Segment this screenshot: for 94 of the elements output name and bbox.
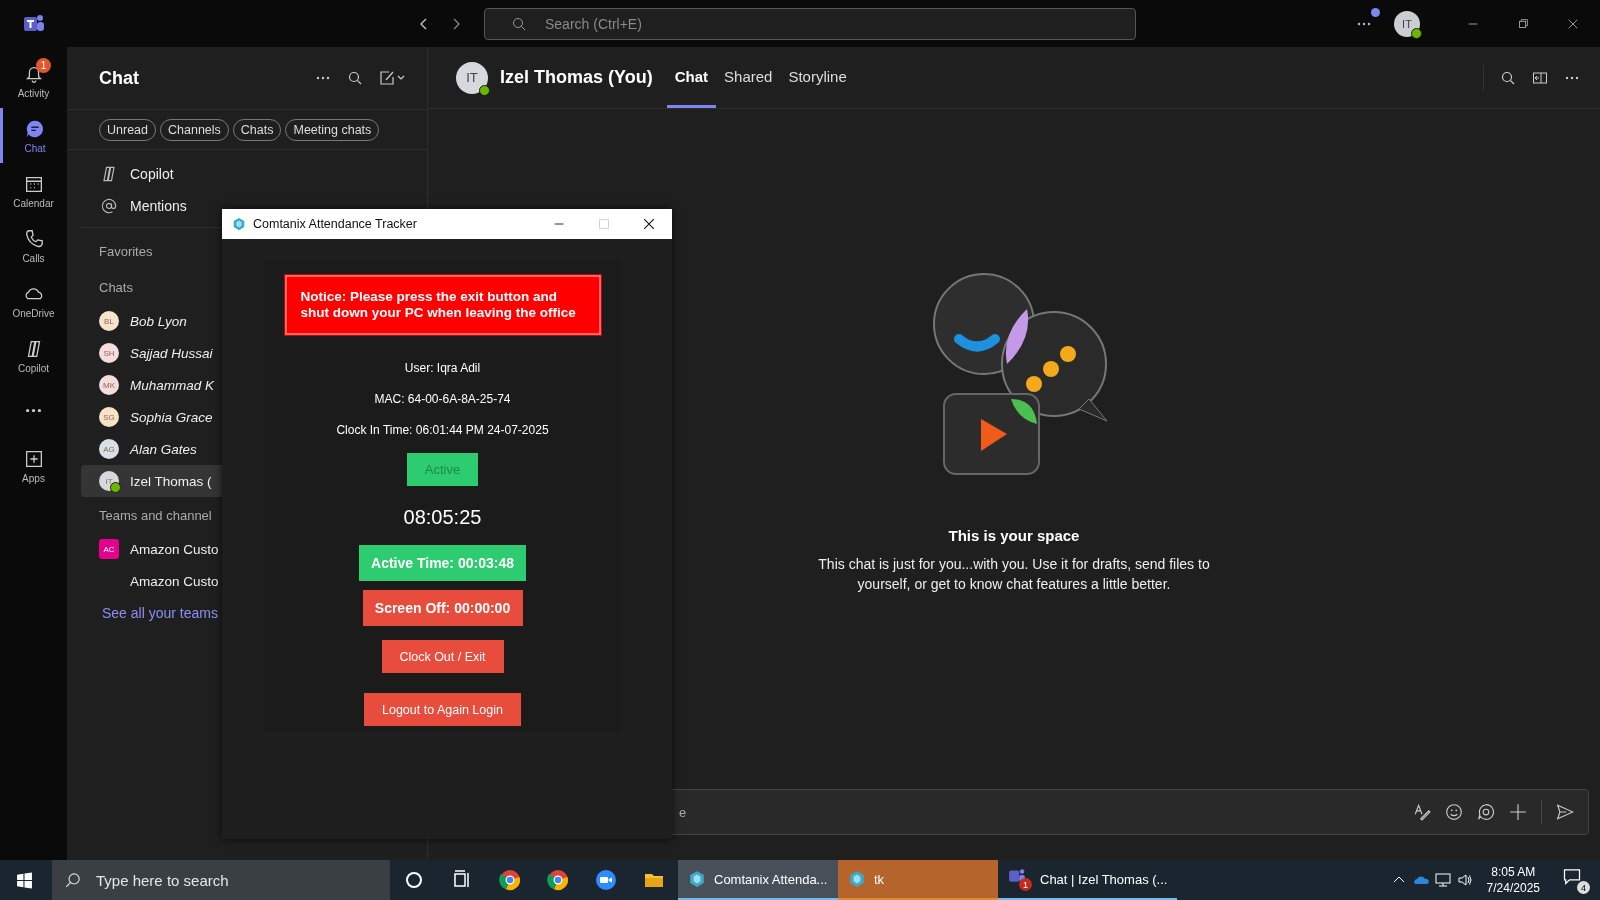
chat-list-item[interactable]: MK Muhammad K: [81, 369, 222, 401]
contact-avatar: AG: [99, 439, 119, 459]
app-rail-tab[interactable]: Copilot: [0, 328, 67, 383]
item-label: Mentions: [130, 198, 187, 214]
conversation-tab[interactable]: Shared: [716, 47, 781, 108]
info-text: Clock In Time: 06:01:44 PM 24-07-2025: [336, 423, 549, 437]
notice-banner: Notice: Please press the exit button and shut down your PC when leaving the office: [284, 275, 601, 335]
chat-list-item[interactable]: BL Bob Lyon: [81, 305, 222, 337]
contact-avatar: SH: [99, 343, 119, 363]
app-logo-icon: [848, 870, 866, 888]
empty-state-text: This chat is just for you...with you. Use it for drafts, send files to yourself, or get to know chat features a little better.: [817, 555, 1211, 594]
section-heading[interactable]: Chats: [81, 269, 222, 305]
contact-avatar: IT: [456, 61, 488, 94]
search-icon: [64, 871, 82, 889]
contact-avatar: MK: [99, 375, 119, 395]
notification-badge: 1: [36, 58, 51, 73]
taskbar-window-button[interactable]: 1 Chat | Izel Thomas (...: [998, 860, 1178, 900]
contact-avatar: BL: [99, 311, 119, 331]
contact-name: Sajjad Hussai: [130, 345, 213, 361]
clock-out-button[interactable]: Clock Out / Exit: [381, 640, 504, 673]
empty-state-title: This is your space: [948, 527, 1080, 544]
section-heading[interactable]: Teams and channel: [81, 497, 222, 533]
search-icon[interactable]: [347, 70, 363, 86]
pinned-item[interactable]: Mentions: [81, 190, 222, 222]
contact-name: Alan Gates: [130, 441, 197, 457]
send-icon[interactable]: [1556, 803, 1574, 821]
side-panel-icon[interactable]: [1532, 69, 1548, 86]
notification-dot: [1371, 7, 1380, 17]
new-chat-icon[interactable]: [379, 70, 407, 86]
team-name: Amazon Custo: [130, 541, 219, 557]
panel-title: Chat: [99, 67, 139, 89]
pinned-item[interactable]: Copilot: [81, 158, 222, 190]
maximize-icon: [597, 217, 611, 231]
contact-name: Sophia Grace: [130, 409, 213, 425]
chat-list-item[interactable]: SH Sajjad Hussai: [81, 337, 222, 369]
app-rail-tab[interactable]: Activity 1: [0, 53, 67, 108]
taskbar-window-button[interactable]: tk: [838, 860, 998, 900]
conversation-tab[interactable]: Chat: [666, 47, 717, 108]
team-item[interactable]: Amazon Custo: [81, 565, 222, 597]
contact-avatar: SG: [99, 407, 119, 427]
at-sign-icon: [99, 196, 119, 216]
emoji-icon[interactable]: [1445, 803, 1463, 821]
timer-label: Active Time: 00:03:48: [359, 545, 526, 581]
info-text: MAC: 64-00-6A-8A-25-74: [374, 392, 511, 406]
profile-avatar[interactable]: IT: [1394, 10, 1420, 37]
section-heading[interactable]: Favorites: [81, 233, 222, 269]
contact-name: Muhammad K: [130, 377, 215, 393]
action-center-button[interactable]: 4: [1562, 866, 1590, 894]
app-rail-tab[interactable]: Calendar: [0, 163, 67, 218]
taskbar-search-bar[interactable]: Type here to search: [52, 860, 390, 900]
online-status-icon: [110, 482, 121, 493]
message-icon: [1562, 866, 1582, 886]
logout-button[interactable]: Logout to Again Login: [364, 693, 521, 726]
app-rail-tab[interactable]: OneDrive: [0, 273, 67, 328]
team-item[interactable]: AC Amazon Custo: [81, 533, 222, 565]
conversation-tab[interactable]: Storyline: [780, 47, 855, 108]
search-field[interactable]: Search (Ctrl+E): [543, 14, 1135, 33]
online-status-icon: [479, 84, 490, 96]
contact-avatar: IT: [99, 471, 119, 491]
message-field[interactable]: e: [651, 803, 1399, 821]
app-rail-tab[interactable]: Calls: [0, 218, 67, 273]
taskbar-search-field[interactable]: Type here to search: [94, 870, 297, 890]
conversation-title: Izel Thomas (You): [500, 67, 653, 88]
windows-start-icon[interactable]: [16, 871, 33, 889]
close-icon[interactable]: [642, 217, 656, 231]
plus-icon[interactable]: [1509, 803, 1527, 821]
search-icon: [511, 15, 527, 32]
sticker-icon[interactable]: [1477, 803, 1495, 821]
clock-text: 08:05:25: [403, 506, 482, 529]
taskbar-clock[interactable]: 8:05 AM 7/24/2025: [1486, 864, 1540, 896]
app-rail-tab[interactable]: Apps: [0, 438, 67, 493]
search-icon[interactable]: [1500, 69, 1516, 86]
online-status-icon: [1411, 27, 1422, 39]
restore-icon[interactable]: [1516, 16, 1530, 31]
info-text: User: Iqra Adil: [404, 361, 481, 375]
app-logo-icon: [688, 870, 706, 888]
window-title: Comtanix Attendance Tracker: [253, 217, 418, 231]
team-avatar: AC: [99, 539, 119, 559]
more-options-icon: [26, 408, 41, 413]
item-label: Copilot: [130, 166, 174, 182]
format-icon[interactable]: [1413, 803, 1431, 821]
timer-label: Screen Off: 00:00:00: [362, 590, 523, 626]
chat-list-item[interactable]: AG Alan Gates: [81, 433, 222, 465]
notification-badge: 1: [1019, 878, 1032, 891]
contact-name: Bob Lyon: [130, 313, 187, 329]
network-icon[interactable]: [1434, 872, 1451, 888]
status-badge: Active: [407, 453, 478, 486]
chat-list-item[interactable]: SG Sophia Grace: [81, 401, 222, 433]
app-logo-icon: [232, 217, 246, 231]
contact-name: Izel Thomas (: [130, 473, 212, 489]
search-bar[interactable]: Search (Ctrl+E): [484, 7, 1136, 40]
volume-icon[interactable]: [1456, 872, 1473, 888]
chat-list-item[interactable]: IT Izel Thomas (: [81, 465, 222, 497]
team-name: Amazon Custo: [130, 573, 219, 589]
